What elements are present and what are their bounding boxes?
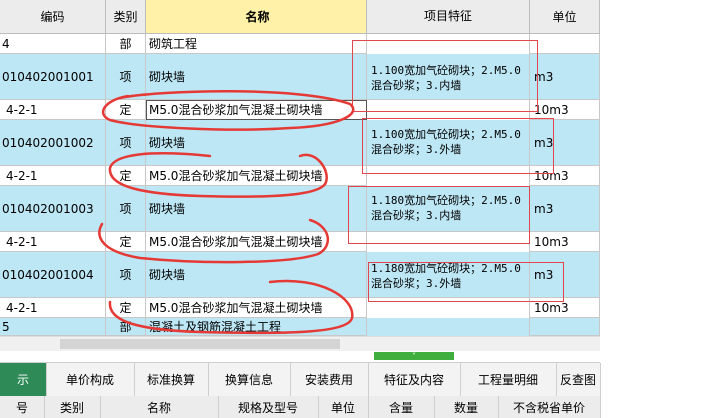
table-row[interactable]: 5 部 混凝土及钢筋混凝土工程	[0, 318, 600, 336]
row-code[interactable]: 4-2-1	[0, 298, 106, 318]
row-code[interactable]: 5	[0, 318, 106, 336]
detail-tab-bar: 示 单价构成 标准换算 换算信息 安装费用 特征及内容 工程量明细 反查图	[0, 362, 601, 397]
empty-right-pane	[600, 0, 723, 336]
col-number[interactable]: 号	[0, 396, 45, 418]
header-feature[interactable]: 项目特征	[367, 0, 530, 34]
row-name[interactable]: 砌块墙	[146, 120, 367, 166]
col-unit[interactable]: 单位	[318, 396, 369, 418]
row-unit[interactable]: 10m3	[530, 100, 600, 120]
header-code[interactable]: 编码	[0, 0, 106, 34]
row-code[interactable]: 4-2-1	[0, 100, 106, 120]
tab-reverse-lookup[interactable]: 反查图	[556, 363, 601, 396]
table-row[interactable]: 4-2-1 定 M5.0混合砂浆加气混凝土砌块墙 10m3	[0, 298, 600, 321]
row-unit[interactable]: m3	[530, 120, 600, 166]
row-feature[interactable]	[367, 318, 530, 336]
row-unit[interactable]: 10m3	[530, 298, 600, 318]
row-feature[interactable]: 1.180宽加气砼砌块；2.M5.0 混合砂浆；3.外墙	[367, 252, 530, 298]
row-name[interactable]: M5.0混合砂浆加气混凝土砌块墙	[146, 166, 367, 186]
row-name[interactable]: M5.0混合砂浆加气混凝土砌块墙	[146, 298, 367, 318]
header-name[interactable]: 名称	[146, 0, 367, 34]
tab-features-and-content[interactable]: 特征及内容	[368, 363, 461, 396]
row-type[interactable]: 定	[106, 298, 146, 318]
row-unit[interactable]	[530, 34, 600, 54]
col-content[interactable]: 含量	[368, 396, 435, 418]
col-name[interactable]: 名称	[100, 396, 219, 418]
tab-display[interactable]: 示	[0, 363, 47, 396]
row-type[interactable]: 定	[106, 100, 146, 120]
col-spec-model[interactable]: 规格及型号	[218, 396, 319, 418]
row-code[interactable]: 4-2-1	[0, 232, 106, 252]
row-name[interactable]: 混凝土及钢筋混凝土工程	[146, 318, 367, 336]
row-name[interactable]: 砌块墙	[146, 186, 367, 232]
row-unit[interactable]: m3	[530, 186, 600, 232]
row-type[interactable]: 项	[106, 120, 146, 166]
col-quantity[interactable]: 数量	[434, 396, 499, 418]
row-type[interactable]: 定	[106, 232, 146, 252]
row-name[interactable]: M5.0混合砂浆加气混凝土砌块墙	[146, 232, 367, 252]
header-unit[interactable]: 单位	[530, 0, 600, 34]
table-row[interactable]: 010402001001 项 砌块墙 1.100宽加气砼砌块；2.M5.0 混合…	[0, 54, 600, 100]
row-feature[interactable]: 1.100宽加气砼砌块；2.M5.0 混合砂浆；3.外墙	[367, 120, 530, 166]
table-row[interactable]: 010402001004 项 砌块墙 1.180宽加气砼砌块；2.M5.0 混合…	[0, 252, 600, 298]
row-type[interactable]: 项	[106, 186, 146, 232]
row-feature[interactable]: 1.100宽加气砼砌块；2.M5.0 混合砂浆；3.内墙	[367, 54, 530, 100]
row-name[interactable]: 砌块墙	[146, 54, 367, 100]
row-type[interactable]: 项	[106, 54, 146, 100]
scrollbar-thumb[interactable]	[60, 339, 340, 349]
tab-unit-price-composition[interactable]: 单价构成	[46, 363, 135, 396]
tab-installation-fees[interactable]: 安装费用	[290, 363, 369, 396]
row-type[interactable]: 部	[106, 34, 146, 54]
horizontal-scrollbar[interactable]	[0, 336, 600, 351]
row-name[interactable]: 砌块墙	[146, 252, 367, 298]
row-code[interactable]: 010402001003	[0, 186, 106, 232]
col-category[interactable]: 类别	[44, 396, 101, 418]
row-unit[interactable]	[530, 318, 600, 336]
double-chevron-down-icon: ˅	[412, 351, 416, 361]
row-unit[interactable]: m3	[530, 54, 600, 100]
tab-standard-conversion[interactable]: 标准换算	[134, 363, 209, 396]
table-row[interactable]: 4 部 砌筑工程	[0, 34, 600, 57]
table-row[interactable]: 4-2-1 定 M5.0混合砂浆加气混凝土砌块墙 10m3	[0, 100, 600, 123]
header-type[interactable]: 类别	[106, 0, 146, 34]
resource-grid-header: 号 类别 名称 规格及型号 单位 含量 数量 不含税省单价	[0, 396, 601, 418]
row-feature[interactable]: 1.180宽加气砼砌块；2.M5.0 混合砂浆；3.内墙	[367, 186, 530, 232]
table-row[interactable]: 010402001002 项 砌块墙 1.100宽加气砼砌块；2.M5.0 混合…	[0, 120, 600, 166]
row-name[interactable]: 砌筑工程	[146, 34, 367, 54]
tab-conversion-info[interactable]: 换算信息	[208, 363, 291, 396]
row-code[interactable]: 4	[0, 34, 106, 54]
row-type[interactable]: 定	[106, 166, 146, 186]
row-type[interactable]: 部	[106, 318, 146, 336]
quota-grid[interactable]: 编码 类别 名称 项目特征 单位 4 部 砌筑工程 010402001001 项…	[0, 0, 600, 336]
table-row[interactable]: 4-2-1 定 M5.0混合砂浆加气混凝土砌块墙 10m3	[0, 166, 600, 189]
row-unit[interactable]: 10m3	[530, 232, 600, 252]
row-name[interactable]: M5.0混合砂浆加气混凝土砌块墙	[146, 100, 367, 120]
grid-header-row: 编码 类别 名称 项目特征 单位	[0, 0, 600, 34]
row-unit[interactable]: 10m3	[530, 166, 600, 186]
row-unit[interactable]: m3	[530, 252, 600, 298]
tab-quantity-details[interactable]: 工程量明细	[460, 363, 557, 396]
table-row[interactable]: 010402001003 项 砌块墙 1.180宽加气砼砌块；2.M5.0 混合…	[0, 186, 600, 232]
row-code[interactable]: 010402001002	[0, 120, 106, 166]
row-type[interactable]: 项	[106, 252, 146, 298]
table-row[interactable]: 4-2-1 定 M5.0混合砂浆加气混凝土砌块墙 10m3	[0, 232, 600, 255]
panel-splitter[interactable]: ˅	[374, 351, 454, 361]
col-unit-price-excl-tax[interactable]: 不含税省单价	[498, 396, 601, 418]
row-code[interactable]: 010402001001	[0, 54, 106, 100]
row-code[interactable]: 010402001004	[0, 252, 106, 298]
row-code[interactable]: 4-2-1	[0, 166, 106, 186]
